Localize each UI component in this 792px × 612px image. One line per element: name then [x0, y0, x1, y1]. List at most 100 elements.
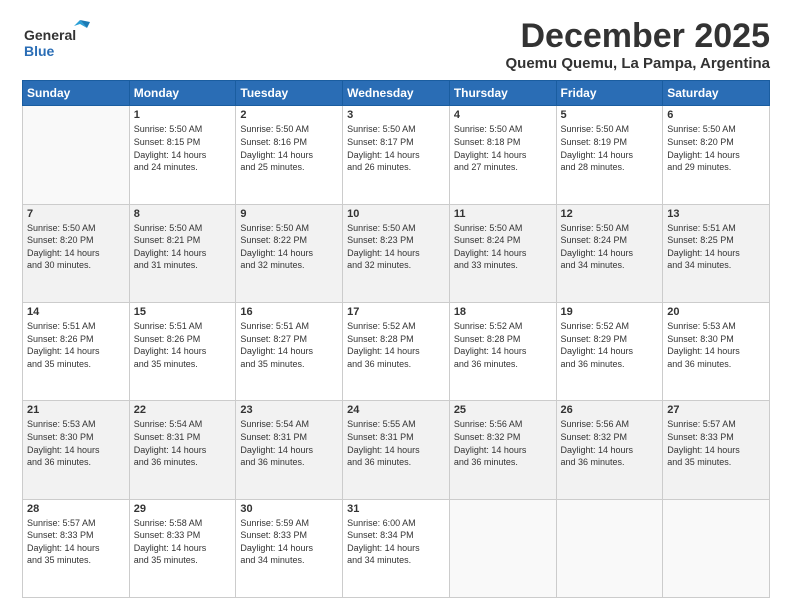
day-number: 26 [561, 404, 659, 416]
cell-content: Sunrise: 5:52 AM Sunset: 8:28 PM Dayligh… [454, 320, 552, 370]
calendar-cell: 11 Sunrise: 5:50 AM Sunset: 8:24 PM Dayli… [449, 204, 556, 302]
cell-content: Sunrise: 5:55 AM Sunset: 8:31 PM Dayligh… [347, 418, 445, 468]
calendar-cell: 13 Sunrise: 5:51 AM Sunset: 8:25 PM Dayli… [663, 204, 770, 302]
col-thursday: Thursday [449, 81, 556, 106]
day-number: 22 [134, 404, 232, 416]
cell-content: Sunrise: 5:50 AM Sunset: 8:24 PM Dayligh… [454, 222, 552, 272]
cell-content: Sunrise: 5:53 AM Sunset: 8:30 PM Dayligh… [27, 418, 125, 468]
calendar-week-row: 21 Sunrise: 5:53 AM Sunset: 8:30 PM Dayli… [23, 401, 770, 499]
calendar-cell: 3Sunrise: 5:50 AM Sunset: 8:17 PM Daylig… [343, 106, 450, 204]
calendar-week-row: 7Sunrise: 5:50 AM Sunset: 8:20 PM Daylig… [23, 204, 770, 302]
calendar-cell: 20Sunrise: 5:53 AM Sunset: 8:30 PM Dayli… [663, 303, 770, 401]
cell-content: Sunrise: 5:54 AM Sunset: 8:31 PM Dayligh… [240, 418, 338, 468]
calendar-cell [556, 499, 663, 597]
day-number: 21 [27, 404, 125, 416]
day-number: 5 [561, 109, 659, 121]
cell-content: Sunrise: 5:52 AM Sunset: 8:29 PM Dayligh… [561, 320, 659, 370]
cell-content: Sunrise: 5:51 AM Sunset: 8:26 PM Dayligh… [134, 320, 232, 370]
col-tuesday: Tuesday [236, 81, 343, 106]
cell-content: Sunrise: 5:50 AM Sunset: 8:15 PM Dayligh… [134, 123, 232, 173]
day-number: 23 [240, 404, 338, 416]
cell-content: Sunrise: 5:54 AM Sunset: 8:31 PM Dayligh… [134, 418, 232, 468]
cell-content: Sunrise: 5:56 AM Sunset: 8:32 PM Dayligh… [454, 418, 552, 468]
cell-content: Sunrise: 5:57 AM Sunset: 8:33 PM Dayligh… [667, 418, 765, 468]
cell-content: Sunrise: 5:56 AM Sunset: 8:32 PM Dayligh… [561, 418, 659, 468]
col-monday: Monday [129, 81, 236, 106]
calendar-week-row: 28Sunrise: 5:57 AM Sunset: 8:33 PM Dayli… [23, 499, 770, 597]
cell-content: Sunrise: 5:51 AM Sunset: 8:27 PM Dayligh… [240, 320, 338, 370]
svg-text:General: General [24, 27, 76, 43]
cell-content: Sunrise: 5:50 AM Sunset: 8:23 PM Dayligh… [347, 222, 445, 272]
logo: General Blue [22, 18, 102, 68]
calendar-cell: 23 Sunrise: 5:54 AM Sunset: 8:31 PM Dayli… [236, 401, 343, 499]
day-number: 14 [27, 306, 125, 318]
calendar-table: Sunday Monday Tuesday Wednesday Thursday… [22, 80, 770, 598]
location-title: Quemu Quemu, La Pampa, Argentina [506, 55, 771, 72]
calendar-cell: 29 Sunrise: 5:58 AM Sunset: 8:33 PM Dayli… [129, 499, 236, 597]
calendar-cell: 19 Sunrise: 5:52 AM Sunset: 8:29 PM Dayli… [556, 303, 663, 401]
cell-content: Sunrise: 5:50 AM Sunset: 8:16 PM Dayligh… [240, 123, 338, 173]
day-number: 9 [240, 208, 338, 220]
calendar-cell [663, 499, 770, 597]
page: General Blue December 2025 Quemu Quemu, … [0, 0, 792, 612]
cell-content: Sunrise: 5:50 AM Sunset: 8:22 PM Dayligh… [240, 222, 338, 272]
day-number: 8 [134, 208, 232, 220]
calendar-cell: 24 Sunrise: 5:55 AM Sunset: 8:31 PM Dayli… [343, 401, 450, 499]
day-number: 17 [347, 306, 445, 318]
cell-content: Sunrise: 6:00 AM Sunset: 8:34 PM Dayligh… [347, 517, 445, 567]
calendar-cell: 31 Sunrise: 6:00 AM Sunset: 8:34 PM Dayli… [343, 499, 450, 597]
day-number: 12 [561, 208, 659, 220]
calendar-cell: 30 Sunrise: 5:59 AM Sunset: 8:33 PM Dayli… [236, 499, 343, 597]
logo-svg: General Blue [22, 18, 102, 68]
calendar-cell [23, 106, 130, 204]
calendar-cell: 9 Sunrise: 5:50 AM Sunset: 8:22 PM Daylig… [236, 204, 343, 302]
title-block: December 2025 Quemu Quemu, La Pampa, Arg… [506, 18, 771, 72]
day-number: 15 [134, 306, 232, 318]
cell-content: Sunrise: 5:58 AM Sunset: 8:33 PM Dayligh… [134, 517, 232, 567]
day-number: 11 [454, 208, 552, 220]
calendar-cell: 18Sunrise: 5:52 AM Sunset: 8:28 PM Dayli… [449, 303, 556, 401]
day-number: 30 [240, 503, 338, 515]
day-number: 31 [347, 503, 445, 515]
calendar-cell: 1Sunrise: 5:50 AM Sunset: 8:15 PM Daylig… [129, 106, 236, 204]
calendar-week-row: 14 Sunrise: 5:51 AM Sunset: 8:26 PM Dayli… [23, 303, 770, 401]
col-friday: Friday [556, 81, 663, 106]
calendar-cell: 28Sunrise: 5:57 AM Sunset: 8:33 PM Dayli… [23, 499, 130, 597]
calendar-cell: 10Sunrise: 5:50 AM Sunset: 8:23 PM Dayli… [343, 204, 450, 302]
day-number: 25 [454, 404, 552, 416]
calendar-cell: 15 Sunrise: 5:51 AM Sunset: 8:26 PM Dayli… [129, 303, 236, 401]
cell-content: Sunrise: 5:59 AM Sunset: 8:33 PM Dayligh… [240, 517, 338, 567]
calendar-cell: 12Sunrise: 5:50 AM Sunset: 8:24 PM Dayli… [556, 204, 663, 302]
col-saturday: Saturday [663, 81, 770, 106]
calendar-cell: 2 Sunrise: 5:50 AM Sunset: 8:16 PM Daylig… [236, 106, 343, 204]
cell-content: Sunrise: 5:50 AM Sunset: 8:20 PM Dayligh… [667, 123, 765, 173]
cell-content: Sunrise: 5:50 AM Sunset: 8:17 PM Dayligh… [347, 123, 445, 173]
cell-content: Sunrise: 5:50 AM Sunset: 8:18 PM Dayligh… [454, 123, 552, 173]
day-number: 27 [667, 404, 765, 416]
calendar-cell: 26 Sunrise: 5:56 AM Sunset: 8:32 PM Dayli… [556, 401, 663, 499]
calendar-cell [449, 499, 556, 597]
calendar-cell: 6Sunrise: 5:50 AM Sunset: 8:20 PM Daylig… [663, 106, 770, 204]
calendar-cell: 7Sunrise: 5:50 AM Sunset: 8:20 PM Daylig… [23, 204, 130, 302]
calendar-week-row: 1Sunrise: 5:50 AM Sunset: 8:15 PM Daylig… [23, 106, 770, 204]
cell-content: Sunrise: 5:52 AM Sunset: 8:28 PM Dayligh… [347, 320, 445, 370]
svg-text:Blue: Blue [24, 43, 55, 59]
calendar-cell: 21 Sunrise: 5:53 AM Sunset: 8:30 PM Dayli… [23, 401, 130, 499]
calendar-cell: 16 Sunrise: 5:51 AM Sunset: 8:27 PM Dayli… [236, 303, 343, 401]
day-number: 2 [240, 109, 338, 121]
day-number: 13 [667, 208, 765, 220]
col-sunday: Sunday [23, 81, 130, 106]
day-number: 16 [240, 306, 338, 318]
calendar-cell: 17 Sunrise: 5:52 AM Sunset: 8:28 PM Dayli… [343, 303, 450, 401]
day-number: 24 [347, 404, 445, 416]
calendar-header-row: Sunday Monday Tuesday Wednesday Thursday… [23, 81, 770, 106]
calendar-cell: 25 Sunrise: 5:56 AM Sunset: 8:32 PM Dayli… [449, 401, 556, 499]
cell-content: Sunrise: 5:51 AM Sunset: 8:26 PM Dayligh… [27, 320, 125, 370]
calendar-cell: 22 Sunrise: 5:54 AM Sunset: 8:31 PM Dayli… [129, 401, 236, 499]
calendar-cell: 27 Sunrise: 5:57 AM Sunset: 8:33 PM Dayli… [663, 401, 770, 499]
day-number: 19 [561, 306, 659, 318]
day-number: 29 [134, 503, 232, 515]
day-number: 4 [454, 109, 552, 121]
calendar-cell: 8Sunrise: 5:50 AM Sunset: 8:21 PM Daylig… [129, 204, 236, 302]
cell-content: Sunrise: 5:51 AM Sunset: 8:25 PM Dayligh… [667, 222, 765, 272]
